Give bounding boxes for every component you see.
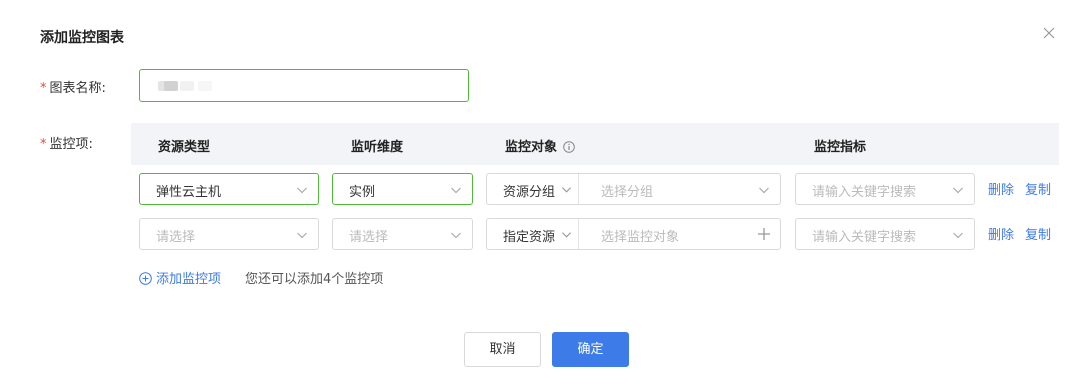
dimension-select[interactable]: 请选择 bbox=[332, 218, 473, 250]
remaining-items-tip: 您还可以添加4个监控项 bbox=[245, 272, 384, 287]
copy-link[interactable]: 复制 bbox=[1025, 179, 1051, 198]
chevron-down-icon bbox=[561, 232, 572, 238]
metric-search-placeholder: 请输入关键字搜索 bbox=[812, 230, 917, 245]
header-monitor-metric: 监控指标 bbox=[814, 140, 867, 155]
delete-link[interactable]: 删除 bbox=[988, 224, 1014, 243]
chevron-down-icon bbox=[561, 187, 572, 193]
chart-name-input[interactable] bbox=[139, 69, 469, 102]
metric-search-select[interactable]: 请输入关键字搜索 bbox=[795, 218, 975, 250]
monitor-items-label-text: 监控项: bbox=[49, 137, 93, 152]
add-monitor-item-button[interactable]: 添加监控项 bbox=[139, 272, 221, 287]
resource-type-placeholder: 请选择 bbox=[156, 230, 196, 245]
copy-link[interactable]: 复制 bbox=[1025, 224, 1051, 243]
chevron-down-icon bbox=[953, 232, 963, 239]
add-monitor-item-label: 添加监控项 bbox=[156, 272, 222, 287]
header-listen-dimension: 监听维度 bbox=[351, 140, 404, 155]
target-mode-select[interactable]: 指定资源 bbox=[487, 219, 579, 249]
redacted-name-value bbox=[158, 81, 214, 91]
target-mode-select[interactable]: 资源分组 bbox=[487, 174, 579, 204]
required-mark: * bbox=[40, 81, 47, 96]
chart-name-label-text: 图表名称: bbox=[49, 81, 106, 96]
monitor-target-combo: 资源分组 选择分组 bbox=[486, 173, 781, 205]
monitor-table-header: 资源类型 监听维度 监控对象 监控指标 bbox=[131, 123, 1059, 165]
resource-type-select[interactable]: 请选择 bbox=[139, 218, 319, 250]
dimension-placeholder: 请选择 bbox=[349, 230, 389, 245]
chevron-down-icon bbox=[759, 187, 769, 194]
close-icon[interactable] bbox=[1041, 25, 1057, 41]
monitor-target-combo: 指定资源 选择监控对象 bbox=[486, 218, 781, 250]
info-icon[interactable] bbox=[563, 141, 575, 153]
chevron-down-icon bbox=[297, 232, 307, 239]
resource-type-select[interactable]: 弹性云主机 bbox=[139, 173, 319, 205]
header-resource-type: 资源类型 bbox=[158, 140, 211, 155]
required-mark: * bbox=[40, 137, 47, 152]
dimension-select[interactable]: 实例 bbox=[332, 173, 473, 205]
header-monitor-target-text: 监控对象 bbox=[505, 140, 558, 155]
target-object-select[interactable]: 选择监控对象 bbox=[601, 226, 679, 245]
chevron-down-icon bbox=[451, 232, 461, 239]
header-monitor-target: 监控对象 bbox=[505, 136, 575, 155]
chevron-down-icon bbox=[451, 187, 461, 194]
chevron-down-icon bbox=[297, 187, 307, 194]
metric-search-placeholder: 请输入关键字搜索 bbox=[812, 185, 917, 200]
monitor-items-label: * 监控项: bbox=[40, 133, 93, 152]
delete-link[interactable]: 删除 bbox=[988, 179, 1014, 198]
target-mode-value: 资源分组 bbox=[503, 185, 556, 200]
add-item-row: 添加监控项 您还可以添加4个监控项 bbox=[139, 268, 383, 287]
chevron-down-icon bbox=[953, 187, 963, 194]
metric-search-select[interactable]: 请输入关键字搜索 bbox=[795, 173, 975, 205]
confirm-button[interactable]: 确定 bbox=[552, 332, 629, 367]
resource-type-value: 弹性云主机 bbox=[156, 185, 222, 200]
plus-circle-icon bbox=[139, 272, 152, 285]
dimension-value: 实例 bbox=[349, 185, 376, 200]
dialog-title: 添加监控图表 bbox=[40, 30, 124, 46]
target-mode-value: 指定资源 bbox=[503, 230, 556, 245]
cancel-button[interactable]: 取消 bbox=[464, 332, 541, 367]
plus-icon[interactable] bbox=[757, 227, 771, 241]
chart-name-label: * 图表名称: bbox=[40, 77, 106, 96]
target-group-select[interactable]: 选择分组 bbox=[601, 181, 653, 200]
